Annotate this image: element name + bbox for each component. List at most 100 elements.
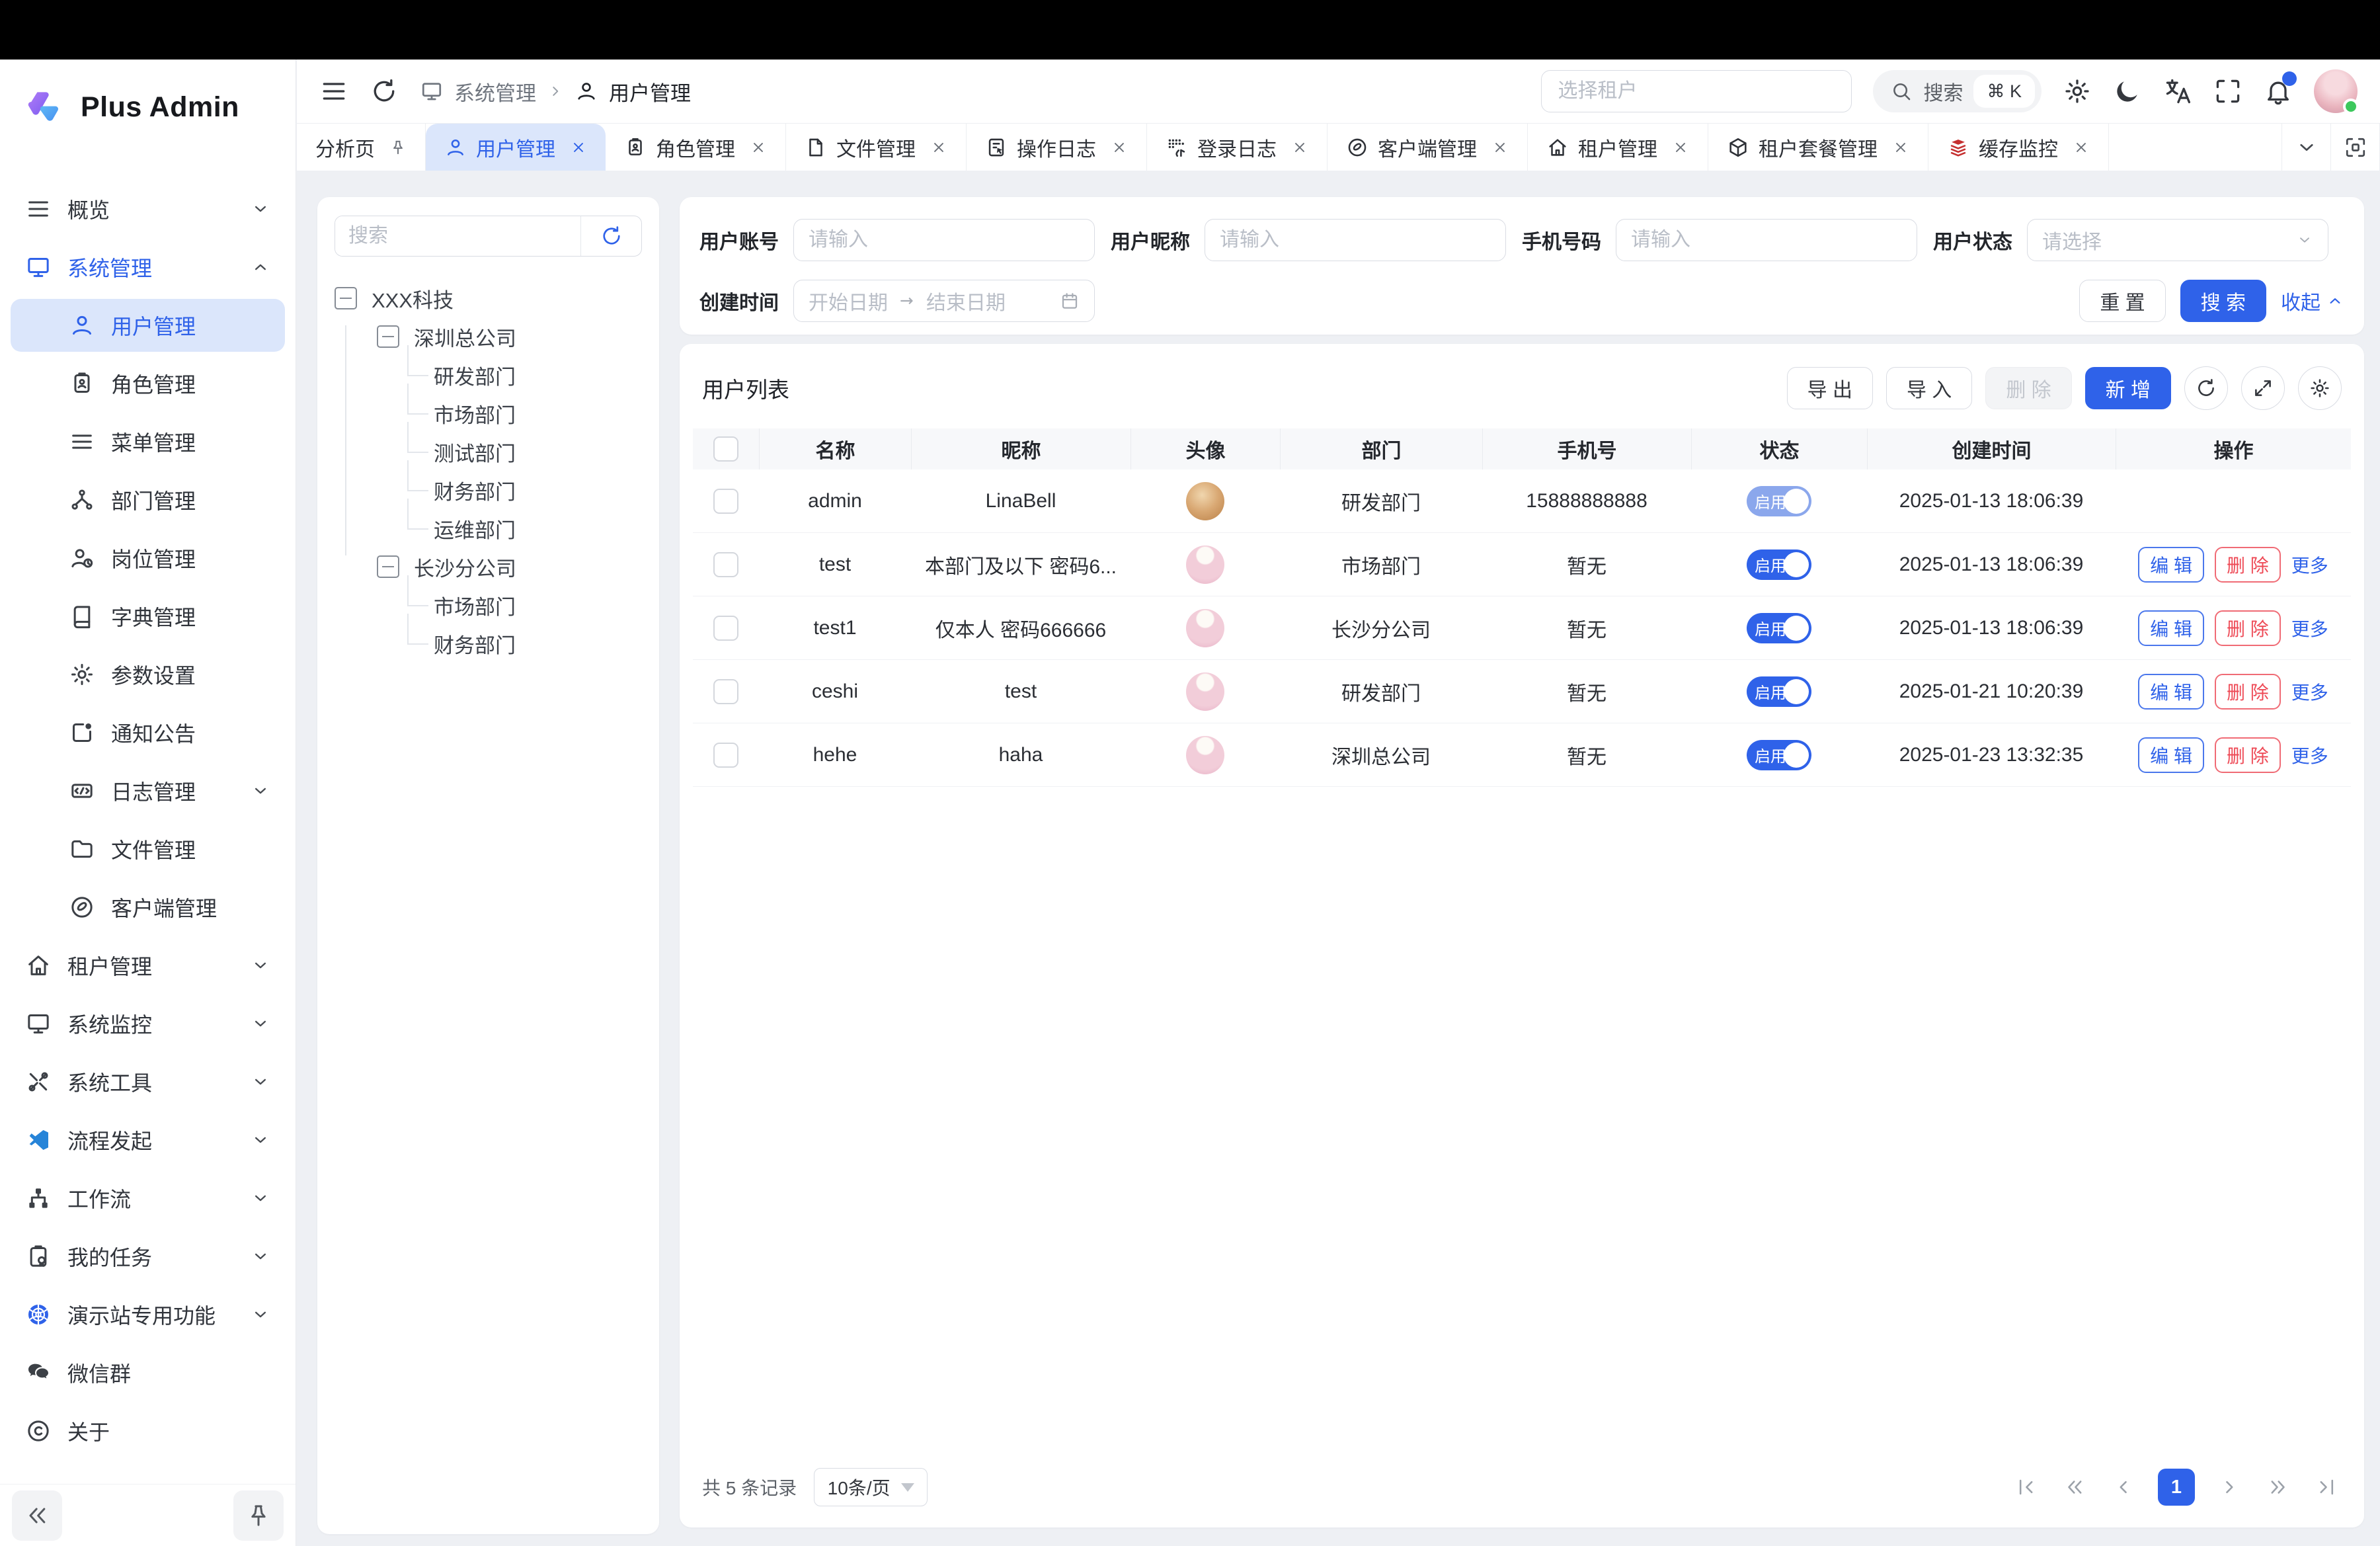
delete-row-button[interactable]: 删 除 xyxy=(2215,547,2281,583)
previous-page-button[interactable] xyxy=(2109,1473,2138,1502)
tree-node-shenzhen-hq[interactable]: 深圳总公司 xyxy=(335,317,642,356)
sidebar-item-workflow[interactable]: 工作流 xyxy=(11,1172,285,1225)
delete-row-button[interactable]: 删 除 xyxy=(2215,674,2281,710)
sidebar-item-notices[interactable]: 通知公告 xyxy=(11,706,285,759)
gear-icon[interactable] xyxy=(2063,77,2092,106)
status-toggle[interactable]: 启用 xyxy=(1747,676,1811,707)
tab-users[interactable]: 用户管理 xyxy=(426,124,606,171)
date-range-picker[interactable]: 开始日期 结束日期 xyxy=(793,280,1095,322)
refresh-icon[interactable] xyxy=(370,77,399,106)
more-button[interactable]: 更多 xyxy=(2291,678,2328,705)
tree-node-changsha-finance[interactable]: 财务部门 xyxy=(335,624,642,663)
select-all-checkbox[interactable] xyxy=(713,436,738,462)
sidebar-item-logs[interactable]: 日志管理 xyxy=(11,764,285,817)
row-checkbox[interactable] xyxy=(713,679,738,704)
tab-analytics[interactable]: 分析页 xyxy=(297,124,426,171)
last-page-button[interactable] xyxy=(2313,1473,2342,1502)
first-page-button[interactable] xyxy=(2011,1473,2040,1502)
edit-button[interactable]: 编 辑 xyxy=(2138,547,2204,583)
global-search-button[interactable]: 搜索 ⌘ K xyxy=(1873,70,2042,112)
sidebar-item-clients[interactable]: 客户端管理 xyxy=(11,881,285,934)
sidebar-item-users[interactable]: 用户管理 xyxy=(11,299,285,352)
sidebar-item-dictionary[interactable]: 字典管理 xyxy=(11,590,285,643)
page-size-select[interactable]: 10条/页 xyxy=(814,1468,928,1506)
sidebar-item-tools[interactable]: 系统工具 xyxy=(11,1055,285,1108)
tab-list-dropdown-button[interactable] xyxy=(2282,124,2331,171)
edit-button[interactable]: 编 辑 xyxy=(2138,737,2204,773)
sidebar-item-process[interactable]: 流程发起 xyxy=(11,1114,285,1166)
close-icon[interactable] xyxy=(1491,139,1509,156)
tree-node-changsha-branch[interactable]: 长沙分公司 xyxy=(335,548,642,586)
export-button[interactable]: 导 出 xyxy=(1787,367,1873,409)
more-button[interactable]: 更多 xyxy=(2291,551,2328,578)
tree-node-changsha-market[interactable]: 市场部门 xyxy=(335,586,642,624)
sidebar-item-my-tasks[interactable]: 我的任务 xyxy=(11,1230,285,1283)
pin-sidebar-button[interactable] xyxy=(233,1490,284,1541)
status-toggle[interactable]: 启用 xyxy=(1747,486,1811,516)
tab-operation-log[interactable]: 操作日志 xyxy=(967,124,1147,171)
row-checkbox[interactable] xyxy=(713,489,738,514)
reset-button[interactable]: 重 置 xyxy=(2079,280,2165,322)
row-checkbox[interactable] xyxy=(713,616,738,641)
hamburger-icon[interactable] xyxy=(319,77,348,106)
pin-icon[interactable] xyxy=(389,139,407,156)
tree-node-test-dept[interactable]: 测试部门 xyxy=(335,432,642,471)
sidebar-item-tenants[interactable]: 租户管理 xyxy=(11,939,285,992)
tenant-select-input[interactable] xyxy=(1541,70,1852,112)
delete-button[interactable]: 删 除 xyxy=(1985,367,2071,409)
sidebar-item-posts[interactable]: 岗位管理 xyxy=(11,532,285,585)
import-button[interactable]: 导 入 xyxy=(1886,367,1972,409)
next-page-button[interactable] xyxy=(2215,1473,2244,1502)
add-button[interactable]: 新 增 xyxy=(2085,367,2171,409)
content-fullscreen-button[interactable] xyxy=(2331,124,2380,171)
close-icon[interactable] xyxy=(2073,139,2090,156)
sidebar-item-wechat-group[interactable]: 微信群 xyxy=(11,1346,285,1399)
collapse-expander-icon[interactable] xyxy=(377,555,399,578)
notifications-bell-icon[interactable] xyxy=(2264,77,2293,106)
sidebar-item-files[interactable]: 文件管理 xyxy=(11,823,285,875)
tree-node-finance-dept[interactable]: 财务部门 xyxy=(335,471,642,509)
search-button[interactable]: 搜 索 xyxy=(2180,280,2266,322)
phone-input[interactable] xyxy=(1616,219,1917,261)
collapse-expander-icon[interactable] xyxy=(335,287,357,309)
collapse-sidebar-button[interactable] xyxy=(12,1490,62,1541)
account-input[interactable] xyxy=(793,219,1095,261)
collapse-filter-link[interactable]: 收起 xyxy=(2281,286,2344,315)
tab-login-log[interactable]: 登录日志 xyxy=(1147,124,1328,171)
close-icon[interactable] xyxy=(750,139,767,156)
sidebar-item-system[interactable]: 系统管理 xyxy=(11,241,285,294)
sidebar-item-overview[interactable]: 概览 xyxy=(11,183,285,235)
close-icon[interactable] xyxy=(1892,139,1909,156)
status-select[interactable]: 请选择 xyxy=(2027,219,2328,261)
edit-button[interactable]: 编 辑 xyxy=(2138,674,2204,710)
tab-clients[interactable]: 客户端管理 xyxy=(1328,124,1528,171)
tab-roles[interactable]: 角色管理 xyxy=(606,124,786,171)
dark-mode-moon-icon[interactable] xyxy=(2113,77,2142,106)
avatar[interactable] xyxy=(2314,69,2358,113)
fullscreen-icon[interactable] xyxy=(2213,77,2242,106)
delete-row-button[interactable]: 删 除 xyxy=(2215,737,2281,773)
sidebar-item-departments[interactable]: 部门管理 xyxy=(11,473,285,526)
sidebar-item-parameters[interactable]: 参数设置 xyxy=(11,648,285,701)
tree-refresh-button[interactable] xyxy=(580,216,641,256)
delete-row-button[interactable]: 删 除 xyxy=(2215,610,2281,646)
table-fullscreen-button[interactable] xyxy=(2241,366,2285,410)
status-toggle[interactable]: 启用 xyxy=(1747,740,1811,770)
tree-node-rd-dept[interactable]: 研发部门 xyxy=(335,356,642,394)
tree-node-market-dept[interactable]: 市场部门 xyxy=(335,394,642,432)
status-toggle[interactable]: 启用 xyxy=(1747,613,1811,643)
brand[interactable]: Plus Admin xyxy=(0,60,296,145)
edit-button[interactable]: 编 辑 xyxy=(2138,610,2204,646)
tab-tenants[interactable]: 租户管理 xyxy=(1528,124,1708,171)
sidebar-item-demo-features[interactable]: 演示站专用功能 xyxy=(11,1288,285,1341)
forward-5-pages-button[interactable] xyxy=(2264,1473,2293,1502)
row-checkbox[interactable] xyxy=(713,743,738,768)
tab-cache-monitor[interactable]: 缓存监控 xyxy=(1928,124,2109,171)
collapse-expander-icon[interactable] xyxy=(377,325,399,348)
tree-search-input[interactable] xyxy=(335,216,580,256)
refresh-table-button[interactable] xyxy=(2184,366,2228,410)
tab-files[interactable]: 文件管理 xyxy=(786,124,967,171)
row-checkbox[interactable] xyxy=(713,552,738,577)
tab-tenant-packages[interactable]: 租户套餐管理 xyxy=(1708,124,1928,171)
more-button[interactable]: 更多 xyxy=(2291,615,2328,641)
